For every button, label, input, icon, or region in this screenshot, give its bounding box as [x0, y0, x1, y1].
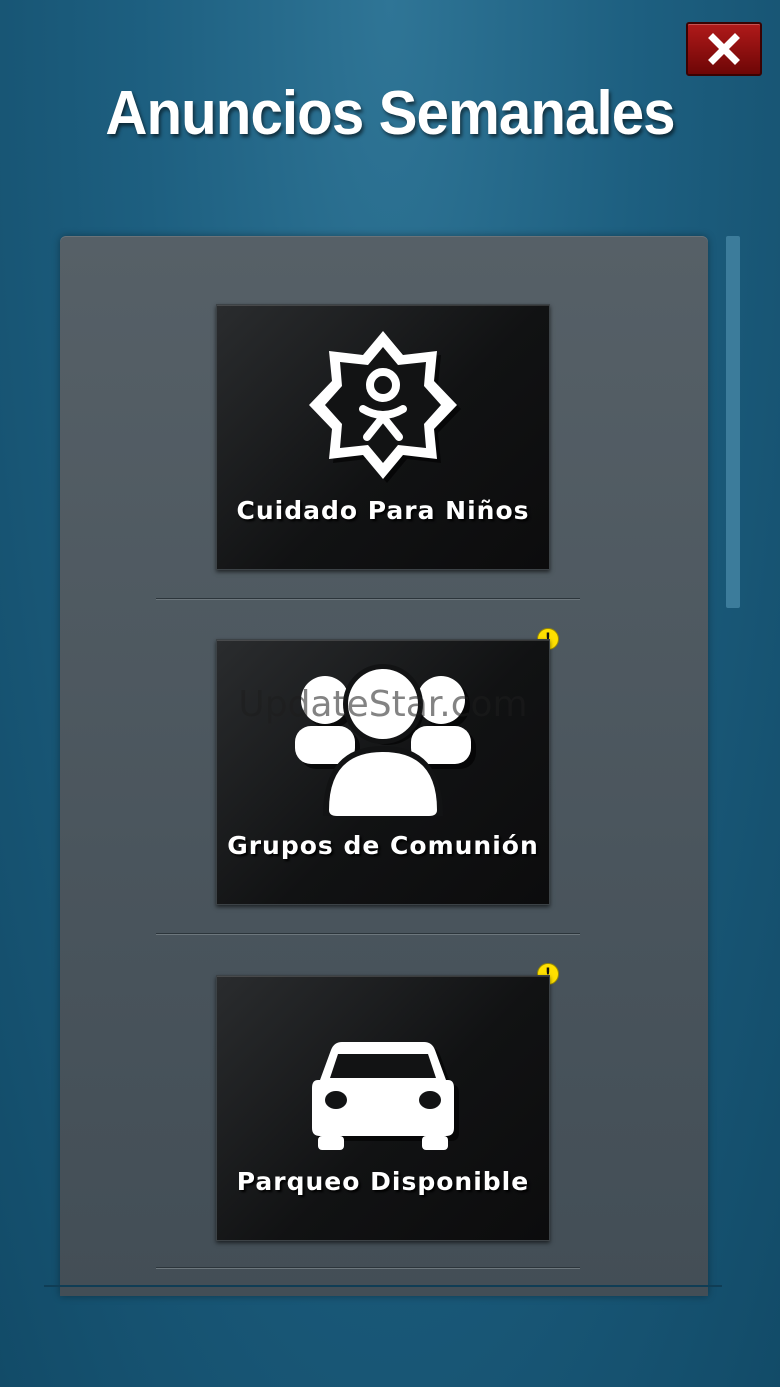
bottom-divider [44, 1285, 722, 1287]
divider [156, 598, 580, 600]
divider [156, 933, 580, 935]
scrollbar-thumb[interactable] [726, 236, 740, 608]
divider [156, 1267, 580, 1269]
people-group-icon [217, 660, 549, 820]
tile-label: Cuidado Para Niños [236, 496, 530, 525]
tile-label: Grupos de Comunión [227, 831, 539, 860]
tile-parking[interactable]: Parqueo Disponible [216, 975, 550, 1241]
announcements-list: Cuidado Para Niños ! UpdateStar.com [60, 236, 708, 1296]
child-care-badge-icon [217, 325, 549, 485]
tile-communion-groups[interactable]: UpdateStar.com Grupos de Comunión [216, 639, 550, 905]
tile-child-care[interactable]: Cuidado Para Niños [216, 304, 550, 570]
car-icon [217, 1016, 549, 1176]
close-button[interactable] [686, 22, 762, 76]
page-title: Anuncios Semanales [105, 79, 675, 148]
close-icon [708, 33, 740, 65]
